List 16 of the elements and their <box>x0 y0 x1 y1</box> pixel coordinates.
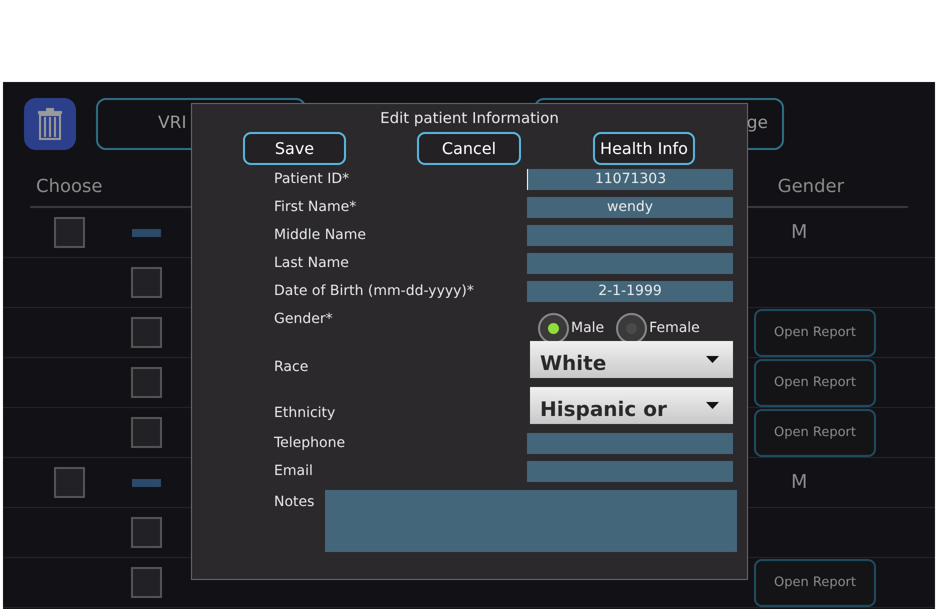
field-label: Date of Birth (mm-dd-yyyy)* <box>274 282 474 301</box>
field-label: Notes <box>274 493 314 512</box>
field-label: Last Name <box>274 254 349 273</box>
field-label: First Name* <box>274 198 356 217</box>
table-cell-text: M <box>791 220 808 246</box>
field-label: Telephone <box>274 434 346 453</box>
field-label: Middle Name <box>274 226 366 245</box>
field-label: Patient ID* <box>274 170 350 189</box>
column-header: Choose <box>35 174 102 198</box>
field-label: Email <box>274 462 313 481</box>
field-label: Ethnicity <box>274 404 336 423</box>
field-label: Race <box>274 358 308 377</box>
dialog-title: Edit patient Information <box>379 108 560 129</box>
table-cell-text: M <box>791 470 808 496</box>
field-label: Gender* <box>274 310 333 329</box>
column-header: Gender <box>778 174 844 198</box>
